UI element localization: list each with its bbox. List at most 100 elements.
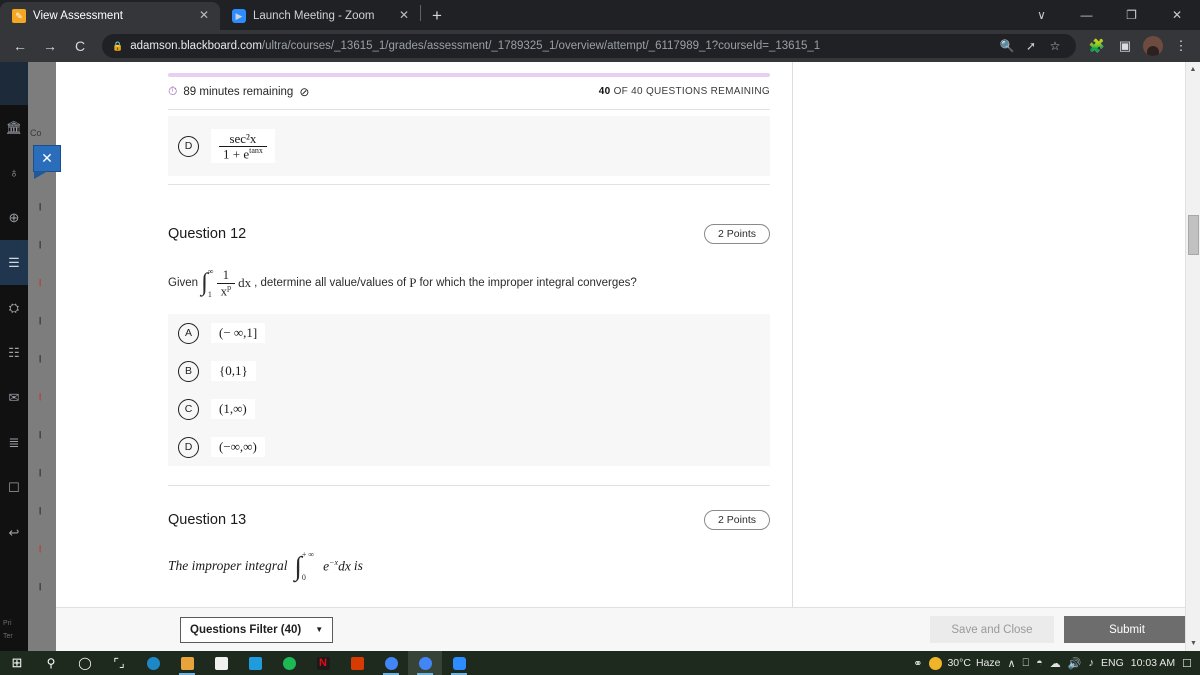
task-view-button[interactable]: ⌜⌟ xyxy=(102,651,136,675)
chevron-down-icon[interactable]: ∨ xyxy=(1019,0,1064,30)
zoom-app[interactable] xyxy=(442,651,476,675)
chrome-app-1[interactable] xyxy=(374,651,408,675)
terms-link[interactable]: Ter xyxy=(3,630,28,643)
chevron-up-icon[interactable]: ∧ xyxy=(1007,657,1015,670)
office-app[interactable] xyxy=(340,651,374,675)
taskbar-search[interactable]: ⚲ xyxy=(34,651,68,675)
side-panel-icon[interactable]: ▣ xyxy=(1112,33,1138,59)
language-indicator[interactable]: ENG xyxy=(1101,657,1124,669)
sidebar-item-profile[interactable]: ♁ xyxy=(0,150,28,195)
sidebar-item-grades[interactable]: ≣ xyxy=(0,420,28,465)
mail-app[interactable] xyxy=(238,651,272,675)
wifi-icon[interactable]: ◓ xyxy=(1036,657,1043,669)
chrome-menu-icon[interactable]: ⋮ xyxy=(1168,33,1194,59)
onedrive-icon[interactable]: ☁ xyxy=(1050,657,1061,670)
sidebar-item-institution[interactable]: 🏛 xyxy=(0,105,28,150)
extensions-puzzle-icon[interactable]: 🧩 xyxy=(1084,33,1110,59)
start-button[interactable]: ⊞ xyxy=(0,651,34,675)
people-icon[interactable]: ⚭ xyxy=(913,657,922,670)
weather-widget[interactable]: 30°C Haze xyxy=(929,656,1000,670)
sidebar-item-messages[interactable]: ✉ xyxy=(0,375,28,420)
divider xyxy=(168,184,770,185)
browser-tab-zoom[interactable]: ▶ Launch Meeting - Zoom ✕ xyxy=(220,2,420,30)
eye-off-icon[interactable]: ⊘ xyxy=(299,85,309,99)
maximize-button[interactable]: ❐ xyxy=(1109,0,1154,30)
list-item[interactable]: | xyxy=(39,316,44,325)
save-and-close-button[interactable]: Save and Close xyxy=(930,616,1054,643)
forward-icon[interactable]: → xyxy=(36,32,64,60)
system-tray: ⚭ 30°C Haze ∧ ⎕ ◓ ☁ 🔊 ♪ ENG 10:03 AM ☐ xyxy=(913,656,1200,670)
file-explorer-app[interactable] xyxy=(170,651,204,675)
timer-row: ⏱ 89 minutes remaining ⊘ 40 OF 40 QUESTI… xyxy=(168,84,770,99)
list-item[interactable]: | xyxy=(39,506,44,515)
privacy-link[interactable]: Pri xyxy=(3,617,28,630)
questions-remaining: 40 OF 40 QUESTIONS REMAINING xyxy=(599,86,770,97)
lock-icon: 🔒 xyxy=(112,40,124,51)
cortana-button[interactable]: ◯ xyxy=(68,651,102,675)
answer-option-d[interactable]: D (−∞,∞) xyxy=(168,428,770,466)
search-icon: ⚲ xyxy=(46,656,56,670)
sidebar-item-tools[interactable]: ☐ xyxy=(0,465,28,510)
sun-icon xyxy=(929,656,943,670)
back-icon[interactable]: ← xyxy=(6,32,34,60)
scroll-down-arrow[interactable]: ▼ xyxy=(1186,636,1200,651)
list-item[interactable]: | xyxy=(39,544,44,553)
scrollbar-thumb[interactable] xyxy=(1188,215,1199,255)
denominator-exponent: tanx xyxy=(249,145,263,155)
answer-option-a[interactable]: A (− ∞,1] xyxy=(168,314,770,352)
list-item[interactable]: | xyxy=(39,430,44,439)
headset-icon[interactable]: ♪ xyxy=(1088,657,1094,669)
list-item[interactable]: | xyxy=(39,468,44,477)
tab-close-icon[interactable]: ✕ xyxy=(196,8,212,24)
close-button[interactable]: ✕ xyxy=(1154,0,1200,30)
new-tab-button[interactable]: + xyxy=(423,2,451,30)
bookmark-star-icon[interactable]: ☆ xyxy=(1044,35,1066,57)
close-panel-badge[interactable]: ✕ xyxy=(33,145,61,179)
sidebar-item-globe[interactable]: ⊕ xyxy=(0,195,28,240)
sidebar-item-signout[interactable]: ↩ xyxy=(0,510,28,555)
list-item[interactable]: | xyxy=(39,354,44,363)
tablet-mode-icon[interactable]: ⎕ xyxy=(1023,657,1030,670)
page-title: Question 12 xyxy=(168,226,247,242)
zoom-icon xyxy=(452,656,466,670)
sidebar-item-courses[interactable]: ☰ xyxy=(0,240,28,285)
sidebar-item-organizations[interactable]: ⛭ xyxy=(0,285,28,330)
list-item[interactable]: | xyxy=(39,240,44,249)
mail-icon xyxy=(248,656,262,670)
list-item[interactable]: | xyxy=(39,392,44,401)
share-icon[interactable]: ➚ xyxy=(1020,35,1042,57)
action-center-icon[interactable]: ☐ xyxy=(1182,657,1192,670)
browser-tab-view-assessment[interactable]: ✎ View Assessment ✕ xyxy=(0,2,220,30)
edge-app[interactable] xyxy=(136,651,170,675)
sidebar-item-calendar[interactable]: ☷ xyxy=(0,330,28,375)
spotify-app[interactable] xyxy=(272,651,306,675)
browser-tab-strip: ✎ View Assessment ✕ ▶ Launch Meeting - Z… xyxy=(0,0,1200,30)
scroll-up-arrow[interactable]: ▲ xyxy=(1186,62,1200,77)
microsoft-store-app[interactable] xyxy=(204,651,238,675)
answer-option-d-prev[interactable]: D sec²x 1 + etanx xyxy=(168,116,770,176)
stem-variable: P xyxy=(409,275,417,291)
page-scrollbar[interactable]: ▲ ▼ xyxy=(1185,62,1200,651)
stem-suffix-a: , determine all value/values of xyxy=(254,277,407,290)
list-item[interactable]: | xyxy=(39,278,44,287)
answer-option-b[interactable]: B {0,1} xyxy=(168,352,770,390)
denominator-base: 1 + e xyxy=(223,146,250,162)
profile-avatar[interactable] xyxy=(1143,36,1163,56)
list-item[interactable]: | xyxy=(39,202,44,211)
fraction-numerator: 1 xyxy=(222,267,230,283)
netflix-app[interactable]: N xyxy=(306,651,340,675)
tab-close-icon[interactable]: ✕ xyxy=(396,8,412,24)
option-letter: C xyxy=(178,398,199,420)
list-item[interactable]: | xyxy=(39,582,44,591)
volume-icon[interactable]: 🔊 xyxy=(1068,657,1082,670)
search-icon[interactable]: 🔍 xyxy=(996,35,1018,57)
tools-icon: ☐ xyxy=(8,479,20,495)
chrome-app-2[interactable] xyxy=(408,651,442,675)
clock[interactable]: 10:03 AM xyxy=(1131,657,1175,669)
answer-option-c[interactable]: C (1,∞) xyxy=(168,390,770,428)
submit-button[interactable]: Submit xyxy=(1064,616,1190,643)
minimize-button[interactable]: — xyxy=(1064,0,1109,30)
questions-filter-dropdown[interactable]: Questions Filter (40) ▼ xyxy=(180,616,334,643)
address-bar[interactable]: 🔒 adamson.blackboard.com/ultra/courses/_… xyxy=(102,34,1076,58)
reload-icon[interactable]: C xyxy=(66,32,94,60)
